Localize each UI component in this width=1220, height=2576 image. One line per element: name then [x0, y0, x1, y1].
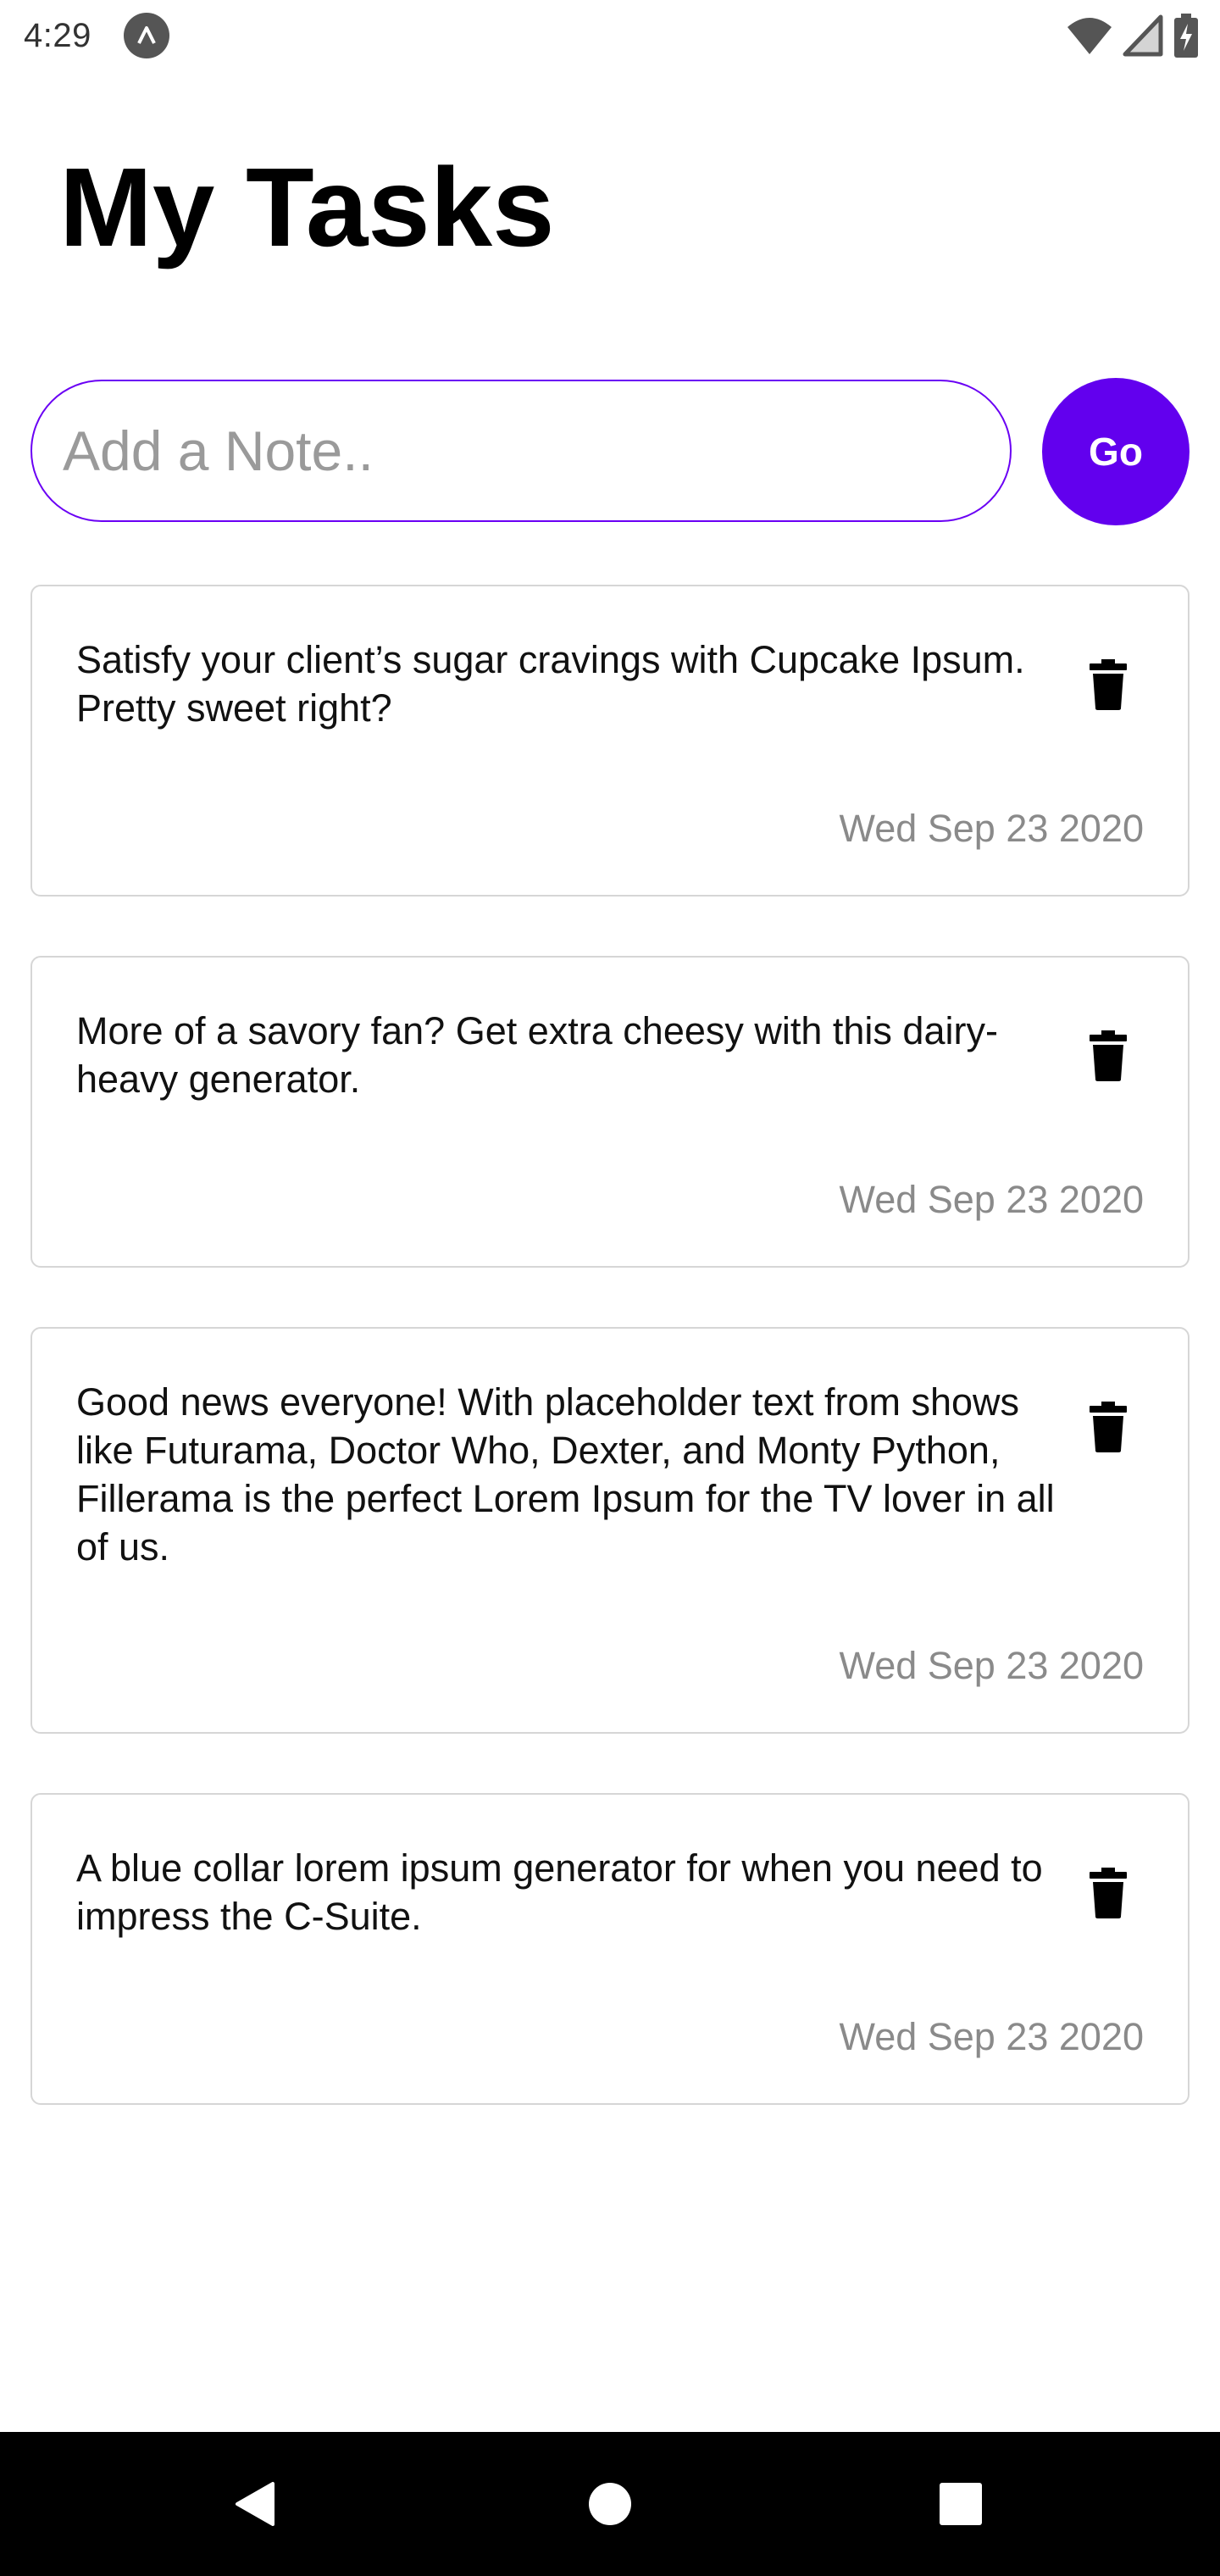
delete-task-button[interactable] [1073, 1020, 1144, 1091]
task-date: Wed Sep 23 2020 [839, 1178, 1144, 1221]
trash-icon [1090, 1868, 1127, 1918]
status-bar: 4:29 [0, 0, 1220, 71]
status-time: 4:29 [24, 16, 92, 54]
nav-recents-button[interactable] [918, 2462, 1003, 2546]
page-title: My Tasks [59, 145, 555, 269]
task-text: More of a savory fan? Get extra cheesy w… [76, 1009, 998, 1101]
task-text: Satisfy your client’s sugar cravings wit… [76, 638, 1025, 730]
task-date: Wed Sep 23 2020 [839, 2015, 1144, 2058]
delete-task-button[interactable] [1073, 1391, 1144, 1463]
cellular-signal-icon [1123, 14, 1163, 57]
delete-task-button[interactable] [1073, 1857, 1144, 1929]
task-card: A blue collar lorem ipsum generator for … [30, 1793, 1190, 2105]
trash-icon [1090, 659, 1127, 710]
task-date: Wed Sep 23 2020 [839, 1644, 1144, 1687]
recents-square-icon [940, 2483, 982, 2525]
add-note-input[interactable] [30, 380, 1012, 522]
go-button[interactable]: Go [1042, 378, 1190, 525]
app-screen: 4:29 My Tasks Go Satisfy [0, 0, 1220, 2576]
home-circle-icon [589, 2483, 631, 2525]
task-card: Good news everyone! With placeholder tex… [30, 1327, 1190, 1734]
wifi-icon [1068, 18, 1112, 54]
task-text: Good news everyone! With placeholder tex… [76, 1380, 1055, 1568]
delete-task-button[interactable] [1073, 649, 1144, 720]
navigation-bar [0, 2432, 1220, 2576]
status-icons [1066, 12, 1200, 59]
app-notification-icon [123, 13, 169, 58]
nav-home-button[interactable] [568, 2462, 652, 2546]
trash-icon [1090, 1030, 1127, 1081]
task-card: More of a savory fan? Get extra cheesy w… [30, 956, 1190, 1268]
trash-icon [1090, 1402, 1127, 1452]
task-text: A blue collar lorem ipsum generator for … [76, 1846, 1043, 1938]
back-triangle-icon [236, 2482, 274, 2526]
task-card: Satisfy your client’s sugar cravings wit… [30, 585, 1190, 897]
battery-charging-icon [1174, 14, 1198, 58]
nav-back-button[interactable] [212, 2462, 297, 2546]
task-list: Satisfy your client’s sugar cravings wit… [30, 585, 1190, 2164]
task-date: Wed Sep 23 2020 [839, 807, 1144, 850]
